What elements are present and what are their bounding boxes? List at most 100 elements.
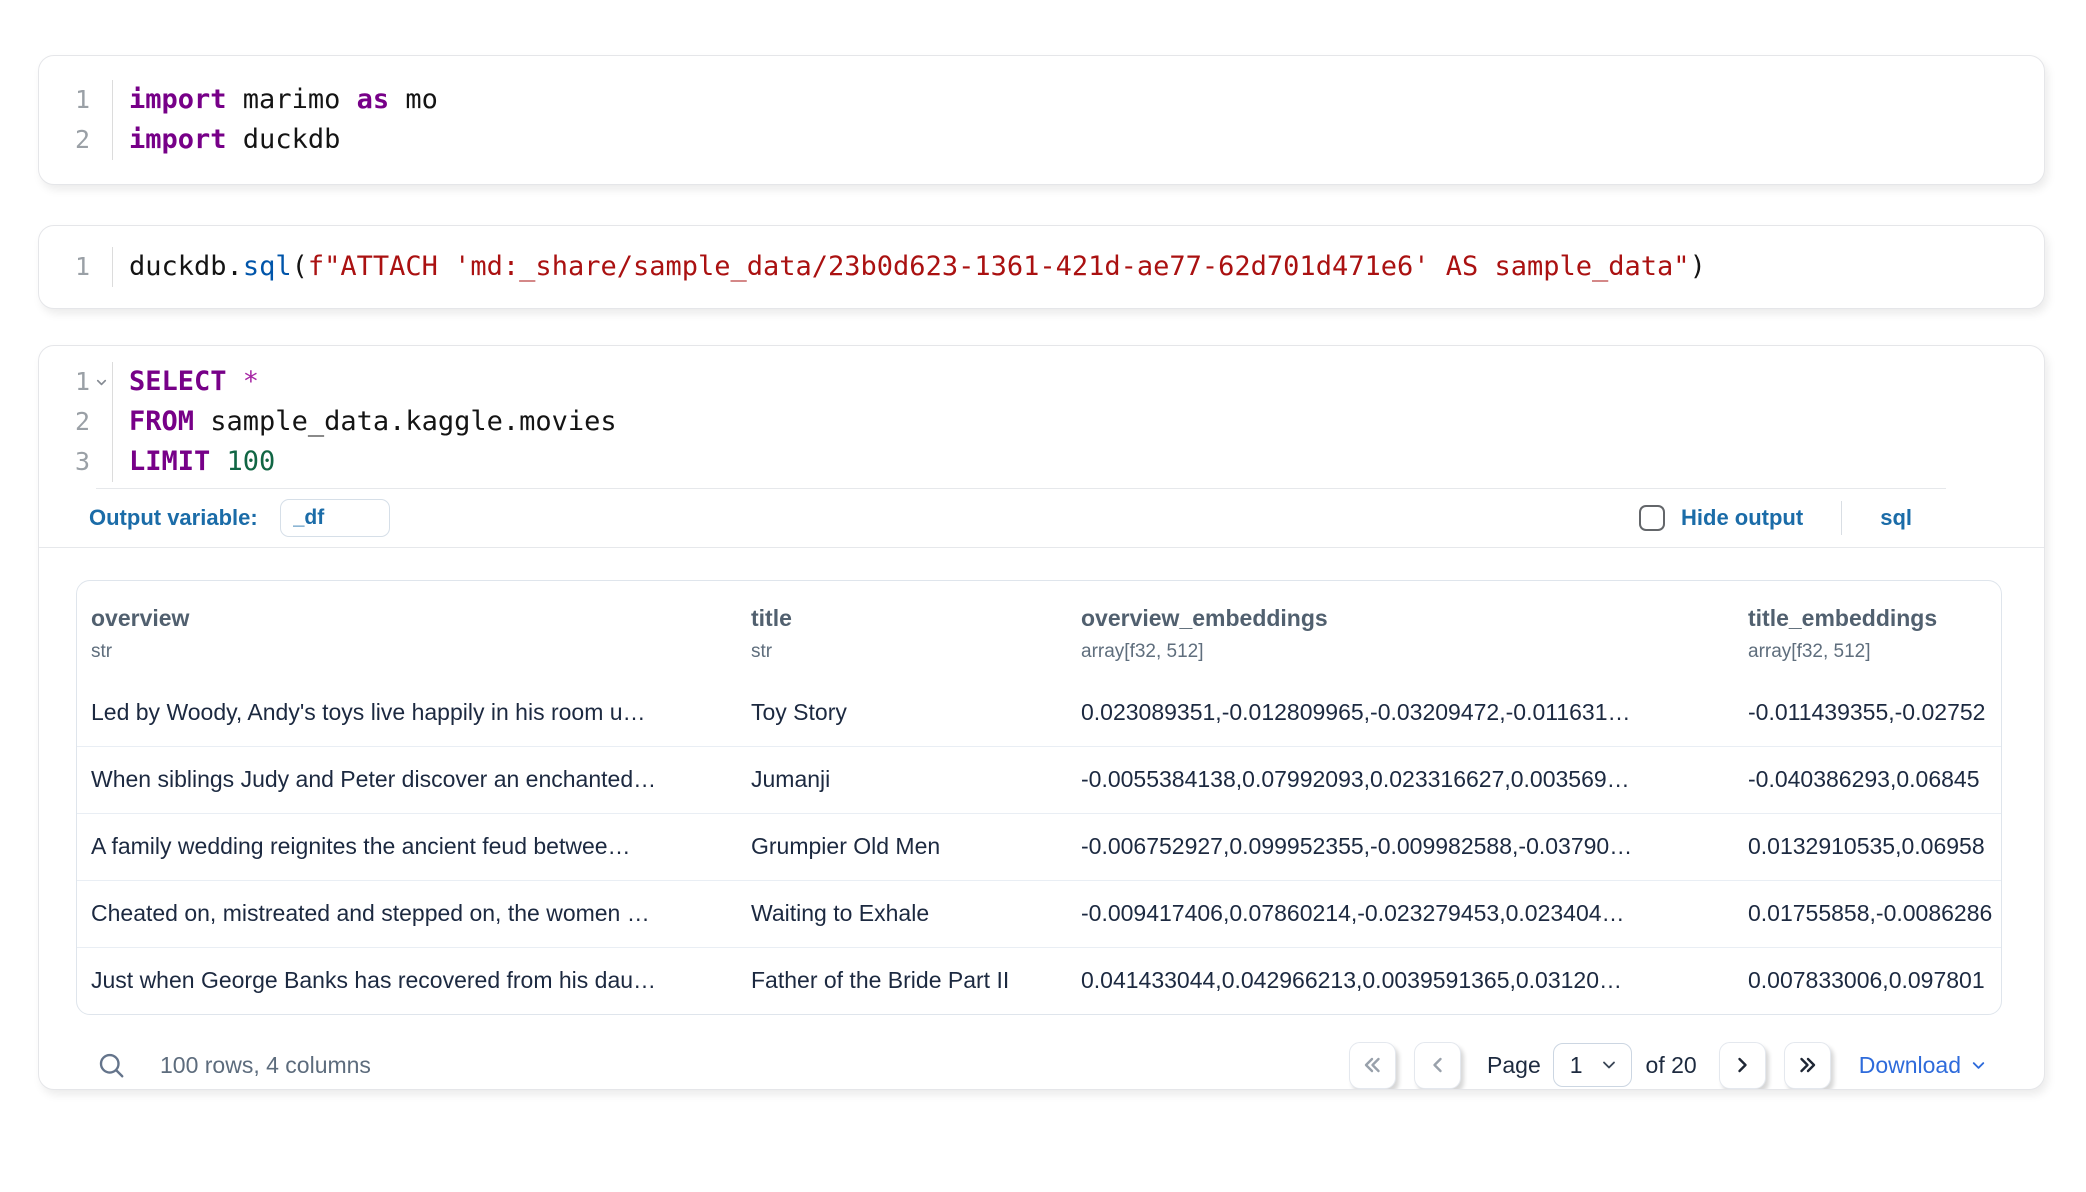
table-header-row: overview str title str overview_embeddin… [77,581,2001,679]
column-header-title-embeddings[interactable]: title_embeddings array[f32, 512] [1734,581,2001,679]
download-label: Download [1859,1052,1961,1079]
operator-token: * [227,366,260,397]
notebook: 1 2 import marimo as mo import duckdb 1 … [0,0,2086,1090]
page-select[interactable]: 1 [1553,1043,1632,1087]
number-token: 100 [210,446,275,477]
pagination: Page 1 of 20 Download [1349,1042,1988,1089]
cell-overview: Cheated on, mistreated and stepped on, t… [77,880,737,947]
code-token: duckdb [129,251,227,282]
cell-editor[interactable]: 1 2 3 SELECT * FROM sample_data.kaggle.m… [39,346,2044,488]
column-header-title[interactable]: title str [737,581,1067,679]
line-number: 1 [75,80,90,120]
fold-chevron-icon[interactable] [90,362,112,402]
toolbar-divider [1841,501,1842,535]
cell-title: Father of the Bride Part II [737,947,1067,1014]
table-row: When siblings Judy and Peter discover an… [77,746,2001,813]
output-variable-input[interactable] [280,499,390,537]
table-row: A family wedding reignites the ancient f… [77,813,2001,880]
column-type: array[f32, 512] [1081,641,1734,663]
column-name: title_embeddings [1748,605,2001,632]
code-cell-attach: 1 duckdb.sql(f"ATTACH 'md:_share/sample_… [38,225,2045,309]
download-button[interactable]: Download [1859,1052,1988,1079]
line-number: 2 [75,402,90,442]
line-number-gutter: 1 2 3 [39,362,113,482]
cell-overview: When siblings Judy and Peter discover an… [77,746,737,813]
output-table: overview str title str overview_embeddin… [77,581,2001,1014]
cell-overview-embeddings: -0.006752927,0.099952355,-0.009982588,-0… [1067,813,1734,880]
column-header-overview[interactable]: overview str [77,581,737,679]
sql-cell-toolbar: Output variable: Hide output sql [39,489,2044,547]
code-line: FROM sample_data.kaggle.movies [129,402,617,442]
language-toggle[interactable]: sql [1880,505,1912,531]
property-token: sql [243,251,292,282]
column-type: str [91,641,737,663]
double-chevron-right-icon [1795,1053,1819,1077]
page-total: of 20 [1646,1052,1697,1079]
code-token: ( [292,251,308,282]
keyword-token: SELECT [129,366,227,397]
code-token: sample_data.kaggle.movies [194,406,617,437]
cell-title: Waiting to Exhale [737,880,1067,947]
cell-overview-embeddings: 0.023089351,-0.012809965,-0.03209472,-0.… [1067,679,1734,746]
chevron-down-icon [1969,1056,1988,1075]
hide-output-label[interactable]: Hide output [1681,505,1803,531]
column-header-overview-embeddings[interactable]: overview_embeddings array[f32, 512] [1067,581,1734,679]
line-number: 1 [75,362,90,402]
chevron-right-icon [1730,1053,1754,1077]
cell-title: Toy Story [737,679,1067,746]
cell-title-embeddings: -0.040386293,0.06845 [1734,746,2001,813]
cell-title: Jumanji [737,746,1067,813]
code-token: mo [389,84,438,115]
column-name: overview [91,605,737,632]
keyword-token: import [129,124,227,155]
cell-title: Grumpier Old Men [737,813,1067,880]
chevron-left-icon [1426,1053,1450,1077]
keyword-token: LIMIT [129,446,210,477]
column-type: str [751,641,1067,663]
search-icon[interactable] [96,1050,126,1080]
cell-overview-embeddings: -0.009417406,0.07860214,-0.023279453,0.0… [1067,880,1734,947]
row-count-summary: 100 rows, 4 columns [160,1052,371,1079]
keyword-token: import [129,84,227,115]
code-area: SELECT * FROM sample_data.kaggle.movies … [113,362,617,482]
code-token: ) [1690,251,1706,282]
line-number-gutter: 1 2 [39,80,113,160]
line-number-gutter: 1 [39,247,113,287]
first-page-button[interactable] [1349,1042,1396,1089]
cell-title-embeddings: 0.007833006,0.097801 [1734,947,2001,1014]
cell-output: overview str title str overview_embeddin… [39,548,2044,1089]
cell-editor[interactable]: 1 duckdb.sql(f"ATTACH 'md:_share/sample_… [39,226,2044,308]
line-number: 3 [75,442,90,482]
output-table-card: overview str title str overview_embeddin… [76,580,2002,1015]
sql-cell: 1 2 3 SELECT * FROM sample_data.kaggle.m… [38,345,2045,1090]
column-type: array[f32, 512] [1748,641,2001,663]
keyword-token: FROM [129,406,194,437]
cell-title-embeddings: 0.01755858,-0.0086286 [1734,880,2001,947]
column-name: overview_embeddings [1081,605,1734,632]
line-number: 1 [75,247,90,287]
cell-overview: A family wedding reignites the ancient f… [77,813,737,880]
table-row: Led by Woody, Andy's toys live happily i… [77,679,2001,746]
table-row: Cheated on, mistreated and stepped on, t… [77,880,2001,947]
cell-editor[interactable]: 1 2 import marimo as mo import duckdb [39,56,2044,184]
page-label: Page [1487,1052,1541,1079]
next-page-button[interactable] [1719,1042,1766,1089]
cell-title-embeddings: -0.011439355,-0.02752 [1734,679,2001,746]
code-area: import marimo as mo import duckdb [113,80,438,160]
code-token: marimo [227,84,357,115]
hide-output-checkbox[interactable] [1639,505,1665,531]
last-page-button[interactable] [1784,1042,1831,1089]
code-area: duckdb.sql(f"ATTACH 'md:_share/sample_da… [113,247,1706,287]
code-line: import duckdb [129,120,438,160]
keyword-token: as [357,84,390,115]
previous-page-button[interactable] [1414,1042,1461,1089]
string-token: f"ATTACH 'md:_share/sample_data/23b0d623… [308,251,1690,282]
cell-title-embeddings: 0.0132910535,0.06958 [1734,813,2001,880]
code-token: . [227,251,243,282]
code-token: duckdb [227,124,341,155]
code-cell-imports: 1 2 import marimo as mo import duckdb [38,55,2045,185]
table-row: Just when George Banks has recovered fro… [77,947,2001,1014]
cell-overview: Led by Woody, Andy's toys live happily i… [77,679,737,746]
cell-overview-embeddings: 0.041433044,0.042966213,0.0039591365,0.0… [1067,947,1734,1014]
code-line: LIMIT 100 [129,442,617,482]
